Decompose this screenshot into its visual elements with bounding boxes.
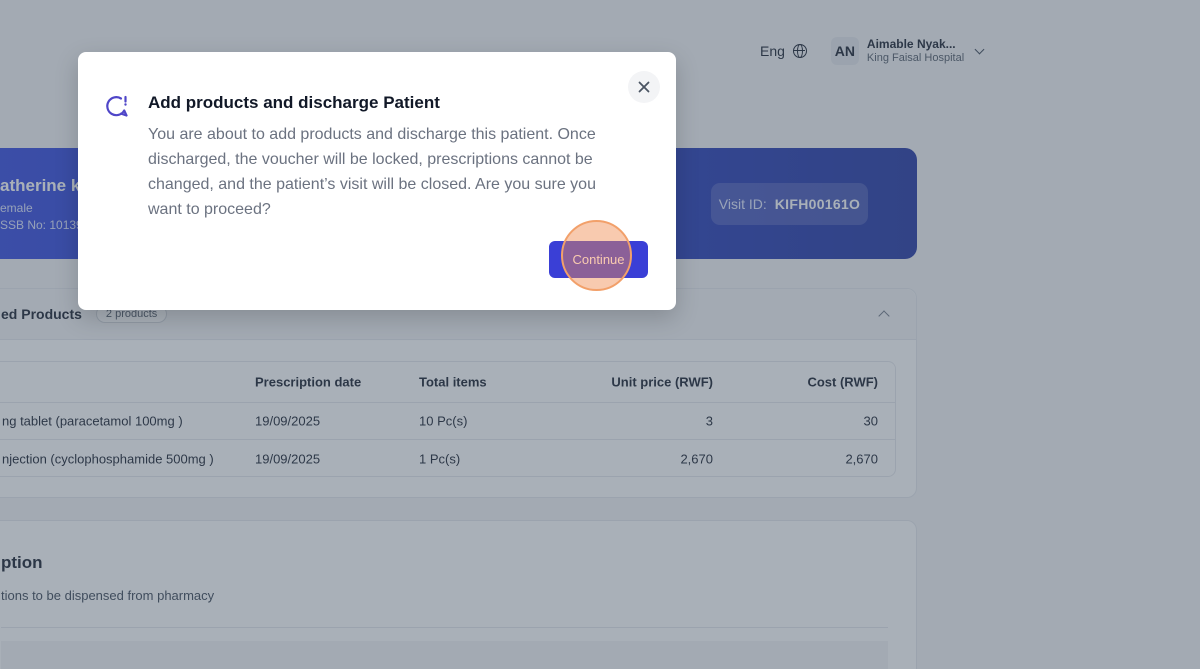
dialog-title: Add products and discharge Patient (148, 93, 440, 112)
chat-alert-icon (106, 95, 128, 117)
continue-button[interactable]: Continue (549, 241, 648, 278)
close-icon (638, 81, 650, 93)
discharge-confirmation-dialog: Add products and discharge Patient You a… (78, 52, 676, 310)
dialog-message: You are about to add products and discha… (148, 126, 596, 218)
close-button[interactable] (628, 71, 660, 103)
